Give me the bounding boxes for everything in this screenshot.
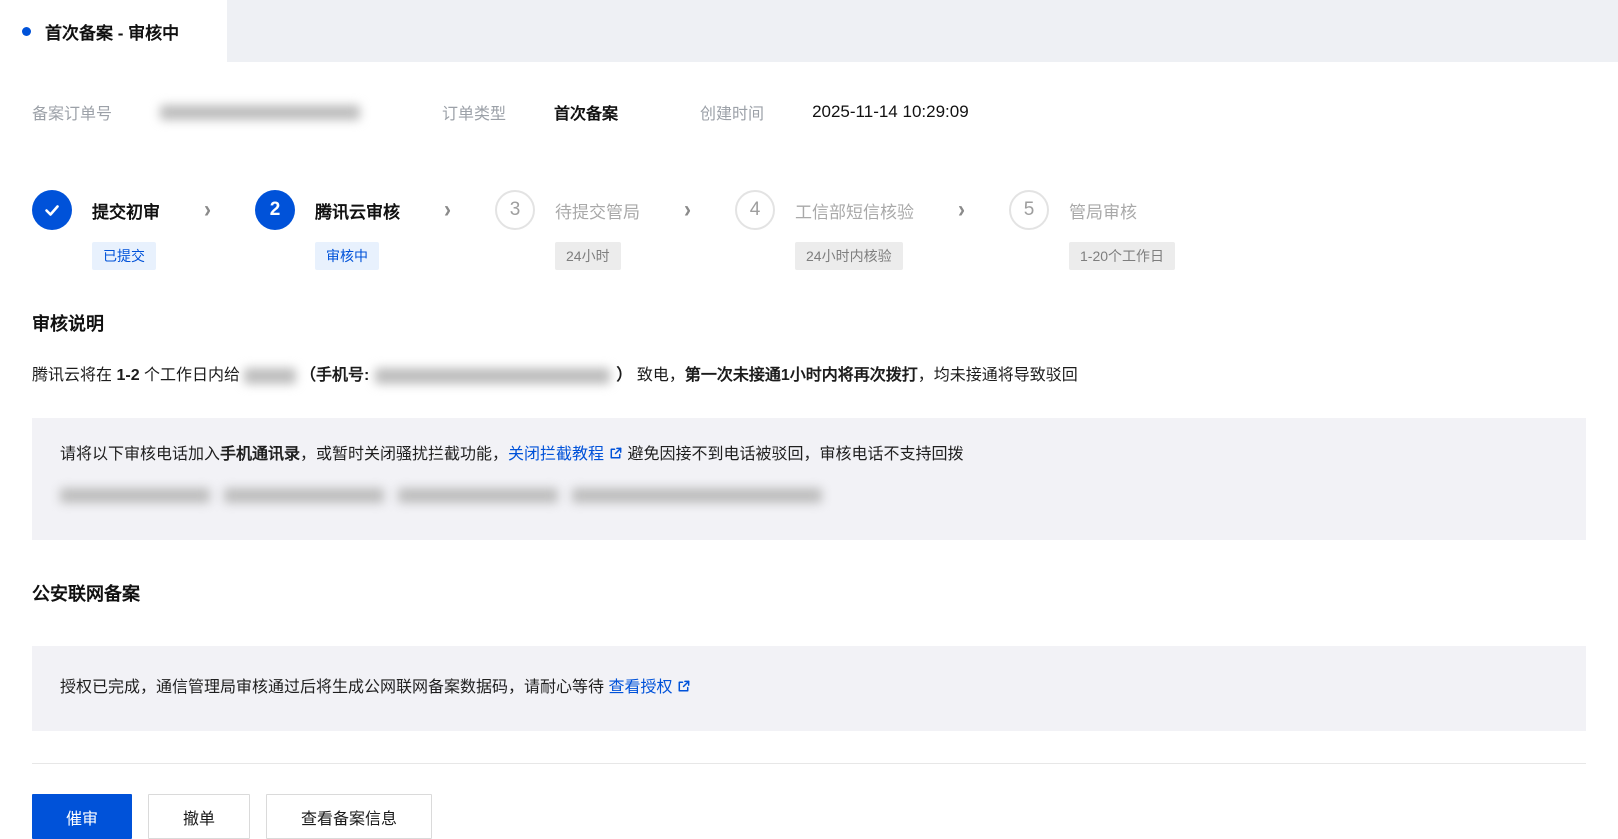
step-miit-sms-verify: 4 工信部短信核验 24小时内核验 [735, 188, 914, 270]
step-authority-review: 5 管局审核 1-20个工作日 [1009, 188, 1175, 270]
footer-divider [32, 763, 1586, 764]
step3-number: 3 [510, 199, 521, 221]
step5-number: 5 [1024, 199, 1035, 221]
top-tab-bar: 首次备案 - 审核中 [0, 0, 1618, 62]
redacted-order-number [160, 105, 360, 120]
review-redial-bold: 第一次未接通1小时内将再次拨打 [685, 367, 918, 384]
police-section-title: 公安联网备案 [32, 580, 1586, 606]
redacted-phone-numbers [375, 368, 610, 384]
review-days-bold: 1-2 [112, 367, 144, 384]
review-text: ，均未接通将导致驳回 [918, 367, 1078, 384]
step2-number: 2 [270, 199, 281, 221]
step4-number-circle: 4 [735, 190, 775, 230]
order-type-label: 订单类型 [442, 100, 506, 124]
review-text: 致电， [632, 367, 684, 384]
chevron-right-icon: › [684, 185, 691, 236]
action-button-row: 催审 撤单 查看备案信息 [32, 794, 1586, 839]
review-phone-notice-box: 请将以下审核电话加入手机通讯录，或暂时关闭骚扰拦截功能，关闭拦截教程 避免因接不… [32, 418, 1586, 540]
view-authorization-link[interactable]: 查看授权 [608, 679, 672, 696]
order-type-value: 首次备案 [554, 100, 618, 124]
review-section-title: 审核说明 [32, 310, 1586, 336]
step3-number-circle: 3 [495, 190, 535, 230]
step5-label: 管局审核 [1069, 198, 1137, 223]
step4-label: 工信部短信核验 [795, 198, 914, 223]
step5-status-badge: 1-20个工作日 [1069, 242, 1175, 270]
created-time-label: 创建时间 [700, 100, 764, 124]
chevron-right-icon: › [958, 185, 965, 236]
created-time-value: 2025-11-14 10:29:09 [812, 102, 969, 122]
review-paren-bold: ） [616, 367, 632, 384]
withdraw-order-button[interactable]: 撤单 [148, 794, 250, 839]
police-filing-text: 授权已完成，通信管理局审核通过后将生成公网联网备案数据码，请耐心等待 [60, 679, 608, 696]
step-submit-authority: 3 待提交管局 24小时 [495, 188, 640, 270]
police-filing-box: 授权已完成，通信管理局审核通过后将生成公网联网备案数据码，请耐心等待 查看授权 [32, 646, 1586, 731]
chevron-right-icon: › [204, 185, 211, 236]
step1-label: 提交初审 [92, 198, 160, 223]
tab-first-filing[interactable]: 首次备案 - 审核中 [0, 0, 227, 62]
step1-check-circle [32, 190, 72, 230]
active-tab-dot-icon [22, 27, 31, 36]
notice-text: 请将以下审核电话加入 [60, 446, 220, 463]
order-number-label: 备案订单号 [32, 100, 112, 124]
urge-review-button[interactable]: 催审 [32, 794, 132, 839]
check-icon [42, 200, 62, 220]
notice-text: 避免因接不到电话被驳回，审核电话不支持回拨 [623, 446, 963, 463]
review-call-notice: 腾讯云将在 1-2 个工作日内给 （手机号: ） 致电，第一次未接通1小时内将再次拨… [32, 364, 1586, 388]
close-interception-tutorial-link[interactable]: 关闭拦截教程 [508, 446, 604, 463]
step5-number-circle: 5 [1009, 190, 1049, 230]
phone-notice-line: 请将以下审核电话加入手机通讯录，或暂时关闭骚扰拦截功能，关闭拦截教程 避免因接不… [60, 436, 1558, 476]
notice-contacts-bold: 手机通讯录 [220, 446, 300, 463]
redacted-phone-list-line [60, 476, 1558, 514]
view-filing-info-button[interactable]: 查看备案信息 [266, 794, 432, 839]
step2-number-circle: 2 [255, 190, 295, 230]
tab-label: 首次备案 - 审核中 [45, 19, 179, 44]
step2-status-badge: 审核中 [315, 242, 379, 270]
redacted-contact-name [244, 368, 296, 384]
order-info-row: 备案订单号 订单类型 首次备案 创建时间 2025-11-14 10:29:09 [32, 62, 1586, 132]
step1-status-badge: 已提交 [92, 242, 156, 270]
step3-status-badge: 24小时 [555, 242, 621, 270]
redacted-review-phone [60, 488, 210, 503]
step4-number: 4 [750, 199, 761, 221]
step4-status-badge: 24小时内核验 [795, 242, 903, 270]
review-phone-label-bold: （手机号: [300, 367, 369, 384]
step2-label: 腾讯云审核 [315, 198, 400, 223]
step3-label: 待提交管局 [555, 198, 640, 223]
review-text: 腾讯云将在 [32, 367, 112, 384]
chevron-right-icon: › [444, 185, 451, 236]
progress-steps: 提交初审 已提交 › 2 腾讯云审核 审核中 › 3 待提交管局 24小时 [32, 188, 1586, 270]
review-text: 个工作日内给 [144, 367, 240, 384]
step-submit-review: 提交初审 已提交 [32, 188, 160, 270]
redacted-review-phone [398, 488, 558, 503]
redacted-review-phone [224, 488, 384, 503]
notice-text: ，或暂时关闭骚扰拦截功能， [300, 446, 508, 463]
external-link-icon[interactable] [608, 438, 623, 476]
step-tencent-review: 2 腾讯云审核 审核中 [255, 188, 400, 270]
external-link-icon[interactable] [676, 679, 691, 700]
redacted-review-phone [572, 488, 822, 503]
